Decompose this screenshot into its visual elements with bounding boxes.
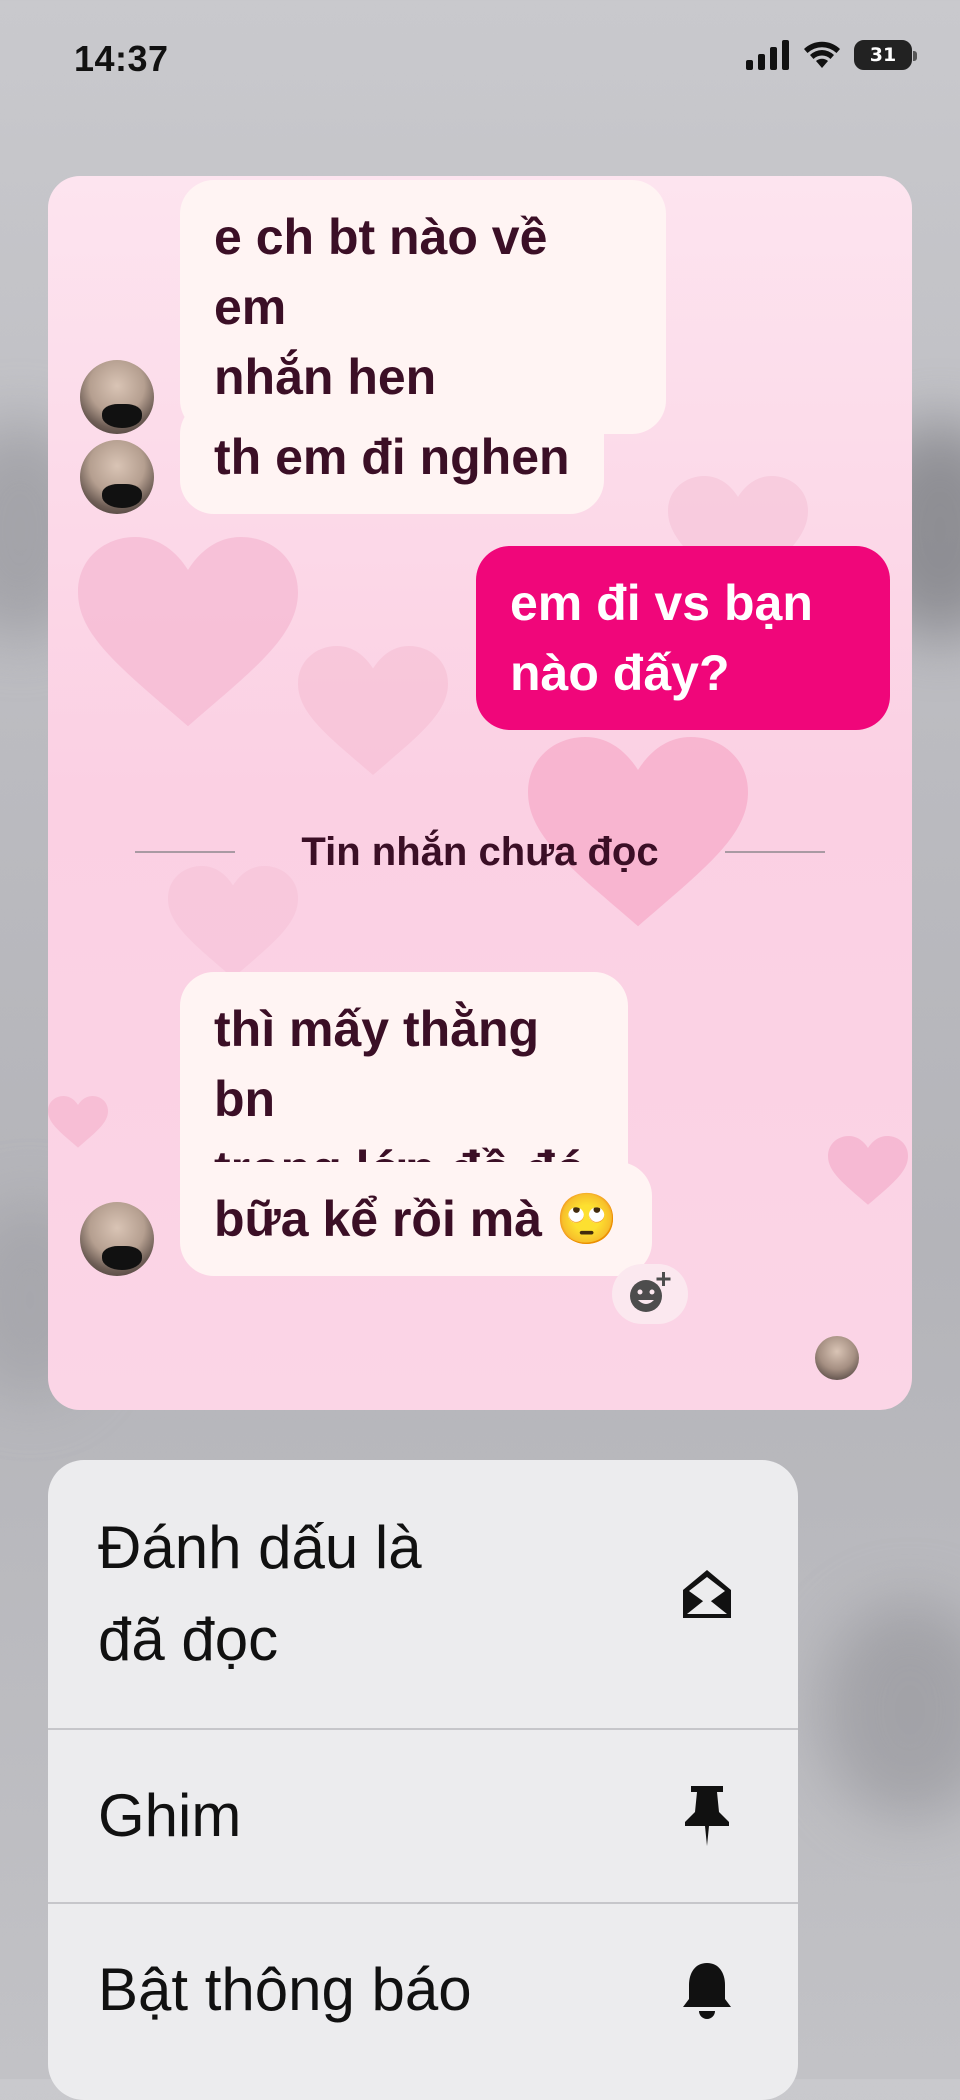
heart-decoration-icon xyxy=(298,646,448,775)
menu-item-label: Đánh dấu là đã đọc xyxy=(98,1502,676,1686)
menu-item-label: Bật thông báo xyxy=(98,1956,472,2023)
heart-decoration-icon xyxy=(828,1136,908,1205)
message-incoming[interactable]: e ch bt nào về em nhắn hen xyxy=(80,180,666,434)
status-icons: 31 xyxy=(746,40,917,70)
divider-line xyxy=(135,851,236,853)
menu-label-line: Đánh dấu là xyxy=(98,1514,422,1581)
message-bubble[interactable]: th em đi nghen xyxy=(180,400,604,514)
heart-decoration-icon xyxy=(48,1096,108,1148)
eye-roll-emoji: 🙄 xyxy=(555,1190,619,1248)
signal-icon xyxy=(746,40,789,70)
unread-divider: Tin nhắn chưa đọc xyxy=(48,822,912,882)
wifi-icon xyxy=(804,41,840,68)
message-bubble[interactable]: e ch bt nào về em nhắn hen xyxy=(180,180,666,434)
avatar xyxy=(80,1202,154,1276)
menu-item-pin[interactable]: Ghim xyxy=(48,1730,798,1902)
heart-decoration-icon xyxy=(78,537,298,727)
pin-icon xyxy=(685,1786,729,1846)
message-text-line: th em đi nghen xyxy=(214,429,570,485)
message-incoming[interactable]: th em đi nghen xyxy=(80,400,604,514)
message-text: bữa kể rồi mà xyxy=(214,1191,543,1247)
heart-decoration-icon xyxy=(168,866,298,978)
message-incoming[interactable]: bữa kể rồi mà 🙄 xyxy=(80,1162,653,1276)
menu-item-label: Ghim xyxy=(98,1782,242,1849)
battery-icon: 31 xyxy=(854,40,917,70)
message-bubble[interactable]: em đi vs bạn nào đấy? xyxy=(476,546,890,730)
envelope-open-icon xyxy=(683,1570,731,1618)
unread-divider-label: Tin nhắn chưa đọc xyxy=(301,829,659,874)
message-text-line: nào đấy? xyxy=(510,645,730,701)
add-reaction-button[interactable] xyxy=(612,1264,688,1324)
status-bar: 14:37 31 xyxy=(0,0,960,120)
menu-item-mark-as-read[interactable]: Đánh dấu là đã đọc xyxy=(48,1460,798,1728)
message-text-line: e ch bt nào về em xyxy=(214,209,548,335)
bell-icon xyxy=(683,1963,731,2019)
battery-level: 31 xyxy=(869,44,897,66)
chat-preview[interactable]: e ch bt nào về em nhắn hen th em đi nghe… xyxy=(48,176,912,1410)
menu-item-notifications[interactable]: Bật thông báo xyxy=(48,1904,798,2076)
message-outgoing[interactable]: em đi vs bạn nào đấy? xyxy=(476,546,890,730)
divider-line xyxy=(724,851,825,853)
menu-label-line: đã đọc xyxy=(98,1606,279,1673)
message-text-line: thì mấy thằng bn xyxy=(214,1001,540,1127)
avatar xyxy=(80,440,154,514)
message-text-line: em đi vs bạn xyxy=(510,575,813,631)
message-bubble[interactable]: bữa kể rồi mà 🙄 xyxy=(180,1162,653,1276)
status-time: 14:37 xyxy=(74,38,169,79)
add-reaction-icon xyxy=(630,1272,671,1312)
seen-receipt-avatar xyxy=(815,1336,859,1380)
context-menu: Đánh dấu là đã đọc Ghim Bật thông báo xyxy=(48,1460,798,2100)
